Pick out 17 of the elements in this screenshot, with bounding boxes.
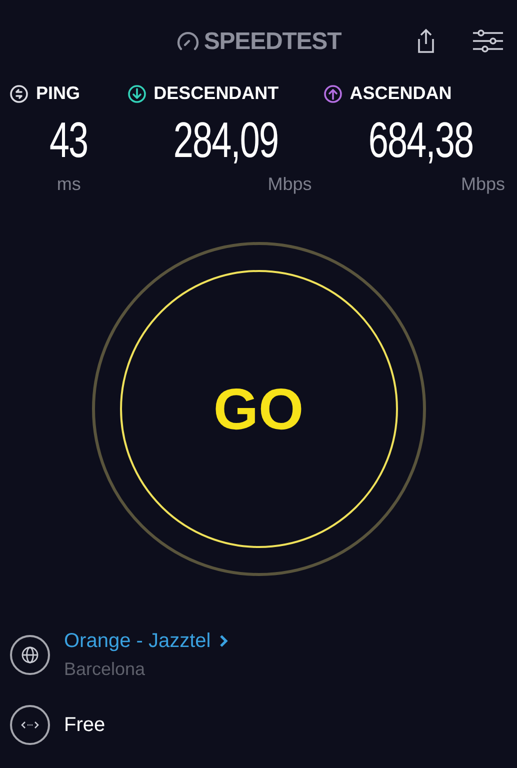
metric-label: PING (36, 82, 80, 105)
metric-label: ASCENDAN (350, 82, 452, 105)
globe-icon (10, 634, 50, 674)
metric-value: 284,09 (173, 115, 278, 165)
metric-unit: Mbps (460, 173, 506, 196)
provider-location: Barcelona (64, 658, 146, 681)
chevron-icon (218, 634, 228, 648)
metric-unit: Mbps (268, 173, 313, 196)
connection-type: Free (64, 713, 106, 738)
app-logo: SPEEDTEST (204, 27, 342, 57)
metric-value: 684,38 (368, 115, 473, 165)
metric-label: DESCENDANT (154, 82, 279, 105)
go-button[interactable]: GO (120, 270, 398, 548)
connection-icon (10, 705, 50, 745)
provider-link[interactable]: Orange - Jazztel (64, 626, 228, 656)
metric-value: 43 (50, 115, 88, 165)
metric-unit: ms (56, 173, 81, 196)
